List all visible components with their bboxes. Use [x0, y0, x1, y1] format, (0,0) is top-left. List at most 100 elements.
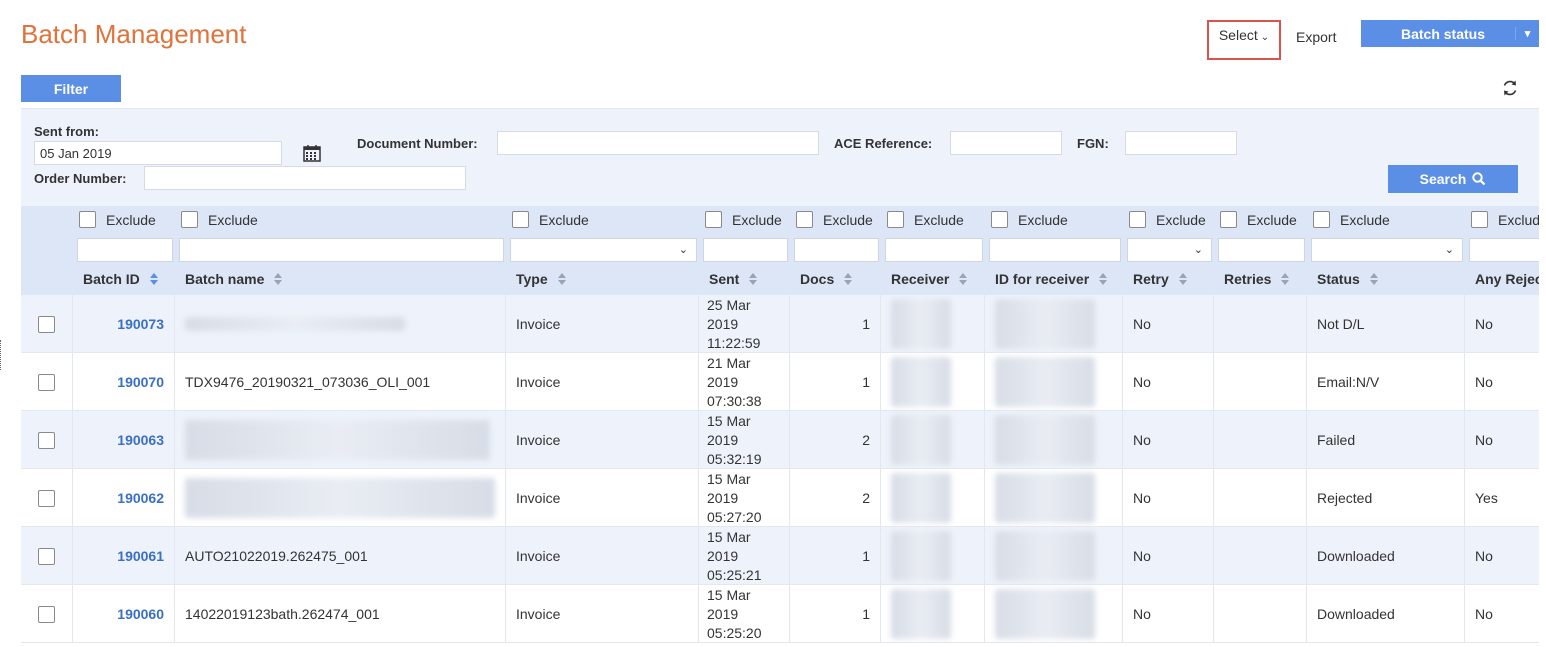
type-cell: Invoice	[506, 411, 699, 469]
row-select-cell	[21, 353, 73, 411]
batch-id-link[interactable]: 190070	[73, 353, 175, 411]
sort-icon[interactable]	[1178, 273, 1187, 285]
header-docs[interactable]: Docs	[800, 271, 853, 287]
exclude-checkbox[interactable]	[79, 211, 96, 228]
status-filter-select[interactable]: ⌄	[1311, 238, 1463, 262]
exclude-checkbox[interactable]	[887, 211, 904, 228]
header-batch-name[interactable]: Batch name	[185, 271, 283, 287]
ace-reference-input[interactable]	[950, 131, 1062, 155]
sort-icon[interactable]	[1281, 273, 1290, 285]
row-checkbox[interactable]	[38, 547, 55, 565]
batch-name-filter-input[interactable]	[179, 238, 504, 262]
exclude-checkbox[interactable]	[796, 211, 813, 228]
filter-button[interactable]: Filter	[21, 75, 121, 102]
batch-id-link[interactable]: 190063	[73, 411, 175, 469]
exclude-checkbox[interactable]	[181, 211, 198, 228]
exclude-batch-id[interactable]: Exclude	[79, 211, 156, 228]
batch-id-link[interactable]: 190060	[73, 585, 175, 643]
any-rejected-filter-input[interactable]	[1469, 238, 1539, 262]
batch-id-link[interactable]: 190061	[73, 527, 175, 585]
calendar-icon[interactable]	[302, 143, 322, 163]
redacted-text	[891, 531, 951, 581]
sort-icon[interactable]	[749, 273, 758, 285]
sent-cell: 25 Mar 2019 11:22:59	[699, 295, 790, 353]
retry-cell: No	[1123, 585, 1214, 643]
exclude-retry[interactable]: Exclude	[1129, 211, 1206, 228]
order-number-input[interactable]	[144, 166, 466, 190]
exclude-label: Exclude	[914, 211, 964, 228]
row-checkbox[interactable]	[38, 431, 55, 449]
redacted-text	[995, 473, 1095, 523]
exclude-sent[interactable]: Exclude	[705, 211, 782, 228]
status-cell: Downloaded	[1307, 585, 1465, 643]
exclude-docs[interactable]: Exclude	[796, 211, 873, 228]
search-button[interactable]: Search	[1388, 165, 1518, 193]
exclude-receiver[interactable]: Exclude	[887, 211, 964, 228]
redacted-text	[995, 357, 1095, 407]
redacted-text	[891, 473, 951, 523]
table-row[interactable]: 190073 Invoice 25 Mar 2019 11:22:59 1 No…	[21, 295, 1539, 353]
table-row[interactable]: 190062 Invoice 15 Mar 2019 05:27:20 2 No…	[21, 469, 1539, 527]
grid-body: 190073 Invoice 25 Mar 2019 11:22:59 1 No…	[21, 295, 1539, 647]
sort-icon[interactable]	[274, 273, 283, 285]
exclude-checkbox[interactable]	[1471, 211, 1488, 228]
batch-status-button[interactable]: Batch status ▾	[1361, 20, 1539, 47]
receiver-filter-input[interactable]	[885, 238, 983, 262]
row-checkbox[interactable]	[38, 605, 55, 623]
header-status[interactable]: Status	[1317, 271, 1378, 287]
header-receiver[interactable]: Receiver	[891, 271, 968, 287]
document-number-input[interactable]	[497, 131, 819, 155]
exclude-checkbox[interactable]	[1313, 211, 1330, 228]
header-batch-id[interactable]: Batch ID	[83, 271, 158, 287]
sort-icon[interactable]	[844, 273, 853, 285]
any-rejected-cell: No	[1475, 316, 1493, 332]
table-row[interactable]: 190070 TDX9476_20190321_073036_OLI_001 I…	[21, 353, 1539, 411]
sort-icon[interactable]	[557, 273, 566, 285]
row-checkbox[interactable]	[38, 489, 55, 507]
table-row[interactable]: 190061 AUTO21022019.262475_001 Invoice 1…	[21, 527, 1539, 585]
batch-id-filter-input[interactable]	[77, 238, 173, 262]
exclude-type[interactable]: Exclude	[512, 211, 589, 228]
header-type[interactable]: Type	[516, 271, 566, 287]
table-row[interactable]: 190060 14022019123bath.262474_001 Invoic…	[21, 585, 1539, 643]
chevron-down-icon[interactable]: ▾	[1515, 27, 1539, 40]
id-for-receiver-filter-input[interactable]	[989, 238, 1121, 262]
exclude-label: Exclude	[1247, 211, 1297, 228]
exclude-checkbox[interactable]	[512, 211, 529, 228]
sent-from-input[interactable]: 05 Jan 2019	[34, 141, 282, 165]
resize-handle[interactable]	[0, 340, 5, 370]
type-filter-select[interactable]: ⌄	[510, 238, 697, 262]
exclude-retries[interactable]: Exclude	[1220, 211, 1297, 228]
batch-id-link[interactable]: 190073	[73, 295, 175, 353]
table-row[interactable]: 190063 Invoice 15 Mar 2019 05:32:19 2 No…	[21, 411, 1539, 469]
header-retries[interactable]: Retries	[1224, 271, 1290, 287]
sort-icon[interactable]	[959, 273, 968, 285]
header-id-for-receiver[interactable]: ID for receiver	[995, 271, 1108, 287]
row-checkbox[interactable]	[38, 373, 55, 391]
exclude-checkbox[interactable]	[1220, 211, 1237, 228]
header-any-rejected[interactable]: Any Rejec	[1475, 271, 1539, 287]
header-sent[interactable]: Sent	[709, 271, 758, 287]
status-cell: Email:N/V	[1307, 353, 1465, 411]
select-dropdown[interactable]: Select ⌄	[1207, 20, 1281, 60]
exclude-checkbox[interactable]	[1129, 211, 1146, 228]
docs-filter-input[interactable]	[794, 238, 879, 262]
batch-id-link[interactable]: 190062	[73, 469, 175, 527]
sort-icon[interactable]	[1369, 273, 1378, 285]
retry-filter-select[interactable]: ⌄	[1127, 238, 1212, 262]
header-retry[interactable]: Retry	[1133, 271, 1187, 287]
exclude-id-for-receiver[interactable]: Exclude	[991, 211, 1068, 228]
export-button[interactable]: Export	[1296, 29, 1336, 45]
sent-filter-input[interactable]	[703, 238, 788, 262]
fgn-input[interactable]	[1125, 131, 1237, 155]
exclude-batch-name[interactable]: Exclude	[181, 211, 258, 228]
row-checkbox[interactable]	[38, 315, 55, 333]
exclude-status[interactable]: Exclude	[1313, 211, 1390, 228]
exclude-checkbox[interactable]	[705, 211, 722, 228]
sort-icon[interactable]	[149, 273, 158, 285]
refresh-icon[interactable]	[1500, 78, 1520, 98]
retries-filter-input[interactable]	[1218, 238, 1305, 262]
sort-icon[interactable]	[1099, 273, 1108, 285]
exclude-checkbox[interactable]	[991, 211, 1008, 228]
exclude-any-rejected[interactable]: Exclude	[1471, 211, 1539, 228]
